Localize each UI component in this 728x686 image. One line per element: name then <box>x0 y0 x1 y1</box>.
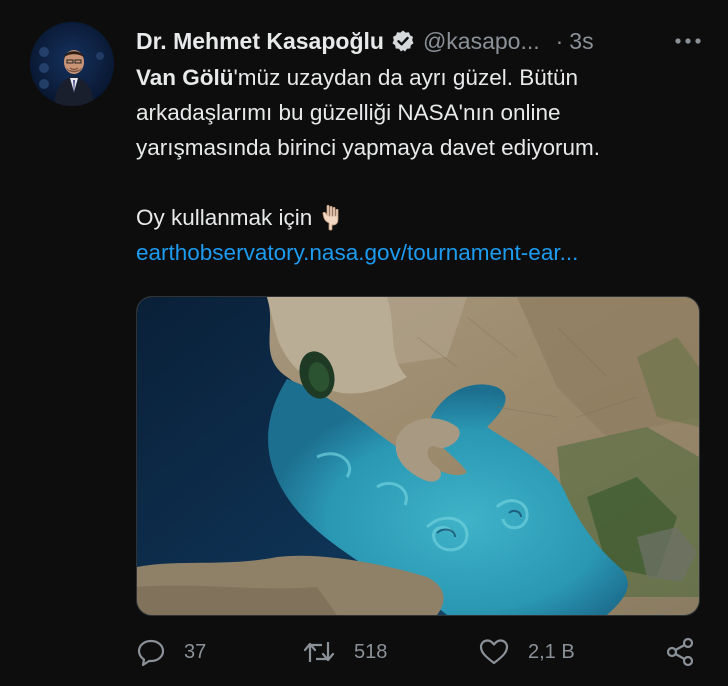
tweet-text: Van Gölü'müz uzaydan da ayrı güzel. Bütü… <box>136 60 696 270</box>
share-icon <box>664 637 696 667</box>
user-handle[interactable]: @kasapo... <box>423 28 540 55</box>
line-1-rest: 'müz uzaydan da ayrı güzel. Bütün <box>233 65 579 90</box>
avatar[interactable] <box>30 22 114 106</box>
heart-icon <box>478 637 510 667</box>
like-count: 2,1 B <box>528 640 575 663</box>
pointing-down-hand-icon <box>318 203 346 231</box>
avatar-image <box>30 22 114 106</box>
reply-count: 37 <box>184 640 207 663</box>
reply-icon <box>136 637 166 667</box>
vote-prompt: Oy kullanmak için <box>136 205 313 230</box>
tweet-media-image[interactable] <box>136 296 700 616</box>
display-name[interactable]: Dr. Mehmet Kasapoğlu <box>136 28 384 55</box>
tweet-link[interactable]: earthobservatory.nasa.gov/tournament-ear… <box>136 235 696 270</box>
bold-hashtag-text: Van Gölü <box>136 65 234 90</box>
share-button[interactable] <box>664 634 696 670</box>
retweet-count: 518 <box>354 640 388 663</box>
tweet-text-line-3: yarışmasında birinci yapmaya davet ediyo… <box>136 135 600 160</box>
retweet-icon <box>302 637 336 667</box>
tweet-text-line-4: Oy kullanmak için <box>136 200 696 235</box>
tweet-text-line-1: Van Gölü'müz uzaydan da ayrı güzel. Bütü… <box>136 60 696 95</box>
like-button[interactable]: 2,1 B <box>478 634 575 670</box>
retweet-button[interactable]: 518 <box>302 634 387 670</box>
tweet[interactable]: Dr. Mehmet Kasapoğlu @kasapo... · 3s Van… <box>0 0 728 686</box>
timestamp[interactable]: 3s <box>569 28 593 55</box>
tweet-header: Dr. Mehmet Kasapoğlu @kasapo... · 3s <box>136 22 708 60</box>
separator-dot: · <box>555 27 564 54</box>
tweet-text-line-2: arkadaşlarımı bu güzelliği NASA'nın onli… <box>136 100 561 125</box>
reply-button[interactable]: 37 <box>136 634 206 670</box>
more-options-icon[interactable] <box>668 26 708 56</box>
lake-van-satellite-image <box>137 297 699 615</box>
tweet-action-bar: 37 518 2,1 B <box>136 634 700 670</box>
verified-badge-icon <box>391 29 415 53</box>
